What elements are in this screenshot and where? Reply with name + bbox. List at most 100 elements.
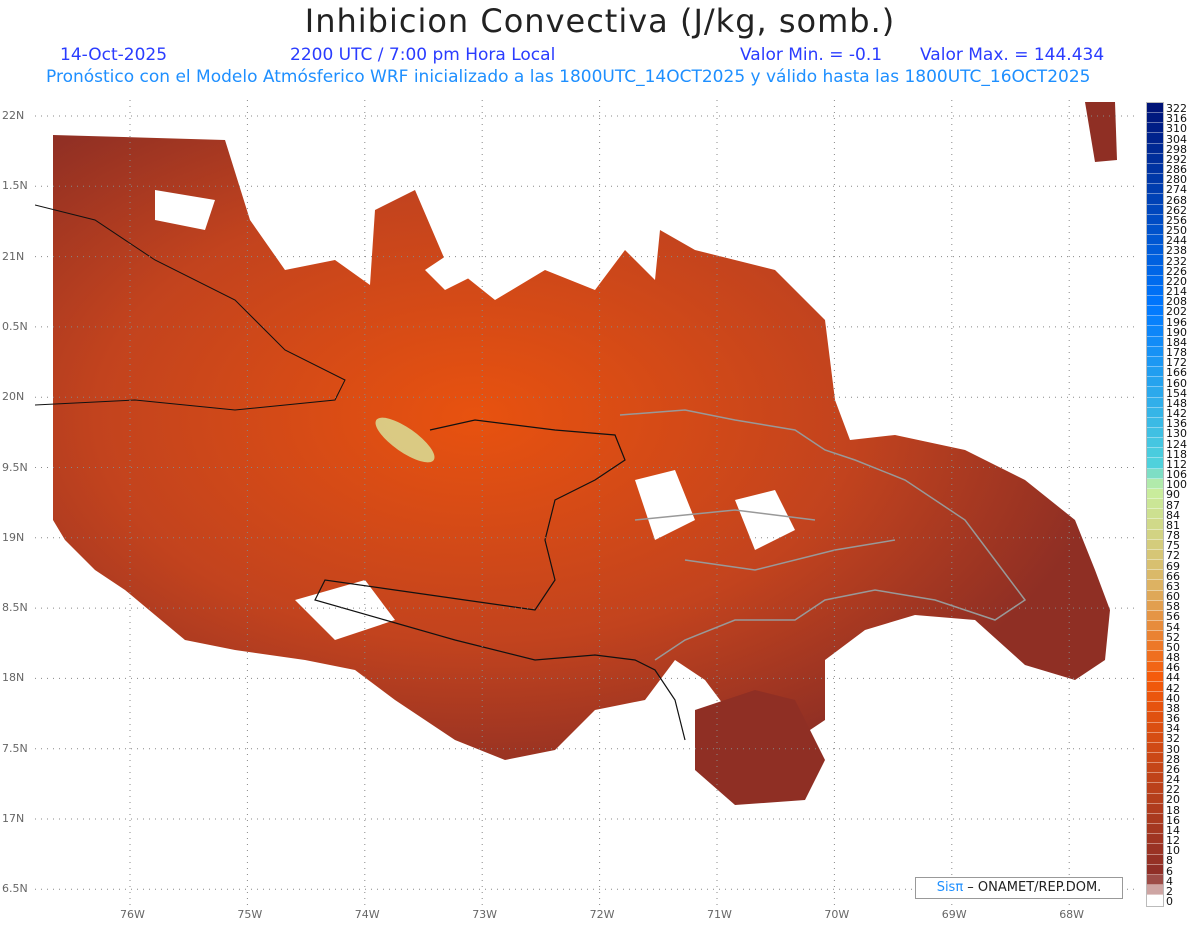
lat-label: 20N xyxy=(2,390,25,404)
colorbar-bin xyxy=(1147,184,1163,195)
colorbar-bin xyxy=(1147,895,1163,906)
colorbar-bin xyxy=(1147,377,1163,388)
colorbar-bin xyxy=(1147,763,1163,774)
colorbar-bin xyxy=(1147,864,1163,875)
valor-max: Valor Max. = 144.434 xyxy=(920,45,1105,65)
colorbar-bin xyxy=(1147,245,1163,256)
colorbar-bin xyxy=(1147,509,1163,520)
colorbar-bin xyxy=(1147,824,1163,835)
lon-label: 70W xyxy=(824,908,850,921)
colorbar-bin xyxy=(1147,174,1163,185)
credit-text: – ONAMET/REP.DOM. xyxy=(963,880,1102,895)
lat-label: 7.5N xyxy=(2,741,28,755)
colorbar-bin xyxy=(1147,590,1163,601)
colorbar-bin xyxy=(1147,529,1163,540)
colorbar-bin xyxy=(1147,295,1163,307)
lat-label: 0.5N xyxy=(2,319,28,333)
lon-label: 76W xyxy=(120,908,145,921)
credit-box: Sisπ – ONAMET/REP.DOM. xyxy=(915,877,1123,899)
colorbar-bin xyxy=(1147,113,1163,124)
colorbar-bin xyxy=(1147,346,1163,357)
forecast-time: 2200 UTC / 7:00 pm Hora Local xyxy=(290,45,556,65)
colorbar-bin xyxy=(1147,753,1163,764)
lon-label: 75W xyxy=(237,908,263,921)
colorbar-bin xyxy=(1147,539,1163,550)
colorbar-bin xyxy=(1147,438,1163,449)
lon-label: 71W xyxy=(707,908,732,921)
lat-label: 18N xyxy=(2,671,25,685)
colorbar-bin xyxy=(1147,641,1163,652)
colorbar-bin xyxy=(1147,783,1163,794)
colorbar-bin xyxy=(1147,103,1163,114)
colorbar-bin xyxy=(1147,712,1163,723)
lon-label: 74W xyxy=(354,908,380,921)
colorbar-bin xyxy=(1147,478,1163,489)
colorbar-bin xyxy=(1147,742,1163,753)
colorbar-bin xyxy=(1147,681,1163,693)
lat-label: 22N xyxy=(2,109,25,122)
cin-field xyxy=(53,135,1110,760)
colorbar-bin xyxy=(1147,813,1163,825)
colorbar-bin xyxy=(1147,499,1163,510)
colorbar-bin xyxy=(1147,458,1163,469)
colorbar-bin xyxy=(1147,468,1163,479)
colorbar-bin xyxy=(1147,397,1163,408)
lat-label: 9.5N xyxy=(2,460,28,474)
cin-map xyxy=(35,100,1138,905)
colorbar-bin xyxy=(1147,874,1163,886)
colorbar-bin xyxy=(1147,428,1163,439)
colorbar-bin xyxy=(1147,651,1163,662)
colorbar-bin xyxy=(1147,133,1163,144)
lat-label: 8.5N xyxy=(2,601,28,615)
lon-label: 69W xyxy=(941,908,967,921)
colorbar-bin xyxy=(1147,844,1163,855)
colorbar-bin xyxy=(1147,793,1163,804)
colorbar-bin xyxy=(1147,275,1163,286)
colorbar-bin xyxy=(1147,560,1163,571)
valor-min: Valor Min. = -0.1 xyxy=(740,45,883,65)
lon-label: 72W xyxy=(589,908,615,921)
colorbar-bin xyxy=(1147,194,1163,205)
colorbar-bin xyxy=(1147,255,1163,266)
lat-label: 21N xyxy=(2,249,25,263)
colorbar-bin xyxy=(1147,519,1163,530)
colorbar-bin xyxy=(1147,336,1163,347)
colorbar-bin xyxy=(1147,285,1163,296)
colorbar-bin xyxy=(1147,732,1163,743)
map-title: Inhibicion Convectiva (J/kg, somb.) xyxy=(304,2,896,40)
colorbar-bin xyxy=(1147,549,1163,561)
colorbar-bin xyxy=(1147,224,1163,236)
model-subtitle: Pronóstico con el Modelo Atmósferico WRF… xyxy=(46,67,1091,87)
colorbar-bin xyxy=(1147,488,1163,500)
colorbar-bin xyxy=(1147,407,1163,418)
lon-label: 73W xyxy=(472,908,498,921)
sispi-logo: Sisπ xyxy=(936,880,964,895)
colorbar-bin xyxy=(1147,417,1163,428)
colorbar-bin xyxy=(1147,834,1163,845)
colorbar-label: 0 xyxy=(1166,895,1173,908)
forecast-date: 14-Oct-2025 xyxy=(60,45,168,65)
colorbar-bin xyxy=(1147,265,1163,276)
colorbar-bin xyxy=(1147,143,1163,154)
colorbar-bin xyxy=(1147,600,1163,611)
colorbar-bin xyxy=(1147,631,1163,642)
colorbar-bin xyxy=(1147,235,1163,246)
colorbar-bin xyxy=(1147,661,1163,672)
colorbar-bin xyxy=(1147,163,1163,175)
colorbar-bin xyxy=(1147,387,1163,398)
lat-label: 1.5N xyxy=(2,179,28,193)
colorbar xyxy=(1146,102,1164,907)
colorbar-bin xyxy=(1147,326,1163,337)
colorbar-bin xyxy=(1147,885,1163,896)
colorbar-bin xyxy=(1147,773,1163,784)
lat-label: 6.5N xyxy=(2,882,28,896)
colorbar-bin xyxy=(1147,620,1163,632)
colorbar-bin xyxy=(1147,854,1163,865)
colorbar-bin xyxy=(1147,316,1163,327)
colorbar-bin xyxy=(1147,702,1163,713)
colorbar-bin xyxy=(1147,448,1163,459)
colorbar-bin xyxy=(1147,671,1163,682)
colorbar-bin xyxy=(1147,204,1163,215)
lon-label: 68W xyxy=(1059,908,1085,921)
colorbar-bin xyxy=(1147,722,1163,733)
